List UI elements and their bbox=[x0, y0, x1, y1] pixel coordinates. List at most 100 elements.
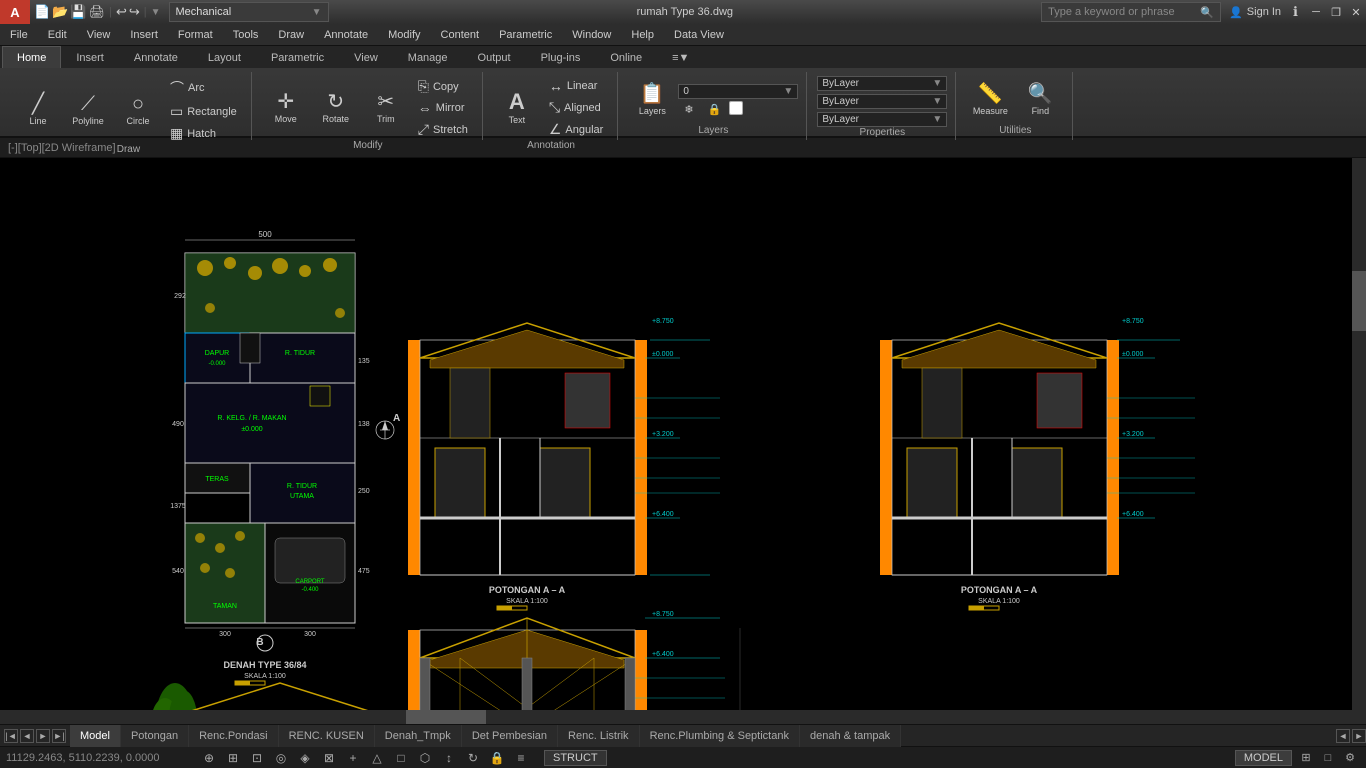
new-icon[interactable]: 📄 bbox=[34, 4, 50, 20]
modify-stretch-btn[interactable]: ⤢Stretch bbox=[412, 119, 474, 140]
draw-circle-btn[interactable]: ○ Circle bbox=[114, 86, 162, 134]
snap-icon[interactable]: ⊕ bbox=[198, 748, 220, 768]
canvas-area[interactable]: 500 292 DAPUR -0.000 R. TIDUR 135 bbox=[0, 158, 1366, 724]
draw-arc-btn[interactable]: ⌒Arc bbox=[164, 76, 243, 100]
tab-first-btn[interactable]: |◄ bbox=[4, 729, 18, 743]
menu-modify[interactable]: Modify bbox=[378, 24, 430, 46]
otrack-icon[interactable]: ⊠ bbox=[318, 748, 340, 768]
polar-icon[interactable]: ◎ bbox=[270, 748, 292, 768]
tab-manage[interactable]: Manage bbox=[393, 46, 463, 68]
dim-angular-btn[interactable]: ∠Angular bbox=[543, 119, 609, 140]
menu-annotate[interactable]: Annotate bbox=[314, 24, 378, 46]
modify-mirror-btn[interactable]: ⇔Mirror bbox=[412, 98, 474, 118]
tab-prev-btn[interactable]: ◄ bbox=[20, 729, 34, 743]
search-box[interactable]: Type a keyword or phrase 🔍 bbox=[1041, 2, 1221, 22]
sheet-tab-model[interactable]: Model bbox=[70, 725, 121, 747]
plot-icon[interactable]: 🖨 bbox=[89, 4, 106, 20]
close-button[interactable]: ✕ bbox=[1346, 0, 1366, 24]
tab-view[interactable]: View bbox=[339, 46, 393, 68]
annotate-icon[interactable]: ↕ bbox=[438, 748, 460, 768]
modify-rotate-btn[interactable]: ↻Rotate bbox=[312, 84, 360, 132]
restore-button[interactable]: ❐ bbox=[1326, 0, 1346, 24]
sheet-tab-kusen[interactable]: RENC. KUSEN bbox=[279, 725, 375, 747]
vertical-scrollbar[interactable] bbox=[1352, 158, 1366, 724]
minimize-button[interactable]: ─ bbox=[1306, 0, 1326, 24]
menu-window[interactable]: Window bbox=[562, 24, 621, 46]
isolate-icon[interactable]: ≡ bbox=[510, 748, 532, 768]
lock-icon[interactable]: 🔒 bbox=[486, 748, 508, 768]
layer-freeze-btn[interactable]: ❄ bbox=[678, 101, 699, 118]
measure-btn[interactable]: 📏Measure bbox=[966, 76, 1014, 124]
sheet-tab-plumbing[interactable]: Renc.Plumbing & Septictank bbox=[640, 725, 800, 747]
layer-lock-btn[interactable]: 🔒 bbox=[702, 101, 728, 118]
workspace-status-icon[interactable]: ↻ bbox=[462, 748, 484, 768]
sign-in-button[interactable]: 👤 Sign In bbox=[1221, 6, 1289, 19]
find-btn[interactable]: 🔍Find bbox=[1016, 76, 1064, 124]
model-space-button[interactable]: MODEL bbox=[1235, 750, 1292, 766]
sheet-tab-listrik[interactable]: Renc. Listrik bbox=[558, 725, 640, 747]
grid-icon[interactable]: ⊞ bbox=[222, 748, 244, 768]
info-icon[interactable]: ℹ bbox=[1289, 4, 1302, 20]
tab-insert[interactable]: Insert bbox=[61, 46, 119, 68]
tab-next-btn[interactable]: ► bbox=[36, 729, 50, 743]
struct-button[interactable]: STRUCT bbox=[544, 750, 607, 766]
layer-color-btn[interactable] bbox=[729, 101, 743, 115]
selection-icon[interactable]: ⬡ bbox=[414, 748, 436, 768]
tab-scroll-left[interactable]: ◄ bbox=[1336, 729, 1350, 743]
menu-format[interactable]: Format bbox=[168, 24, 223, 46]
undo-icon[interactable]: ↩ bbox=[116, 4, 127, 20]
menu-draw[interactable]: Draw bbox=[268, 24, 314, 46]
tab-online[interactable]: Online bbox=[595, 46, 657, 68]
tab-layout[interactable]: Layout bbox=[193, 46, 256, 68]
redo-icon[interactable]: ↪ bbox=[129, 4, 140, 20]
menu-help[interactable]: Help bbox=[621, 24, 664, 46]
menu-dataview[interactable]: Data View bbox=[664, 24, 734, 46]
draw-line-btn[interactable]: ╱ Line bbox=[14, 86, 62, 134]
open-icon[interactable]: 📂 bbox=[52, 4, 68, 20]
sheet-tab-pondasi[interactable]: Renc.Pondasi bbox=[189, 725, 279, 747]
viewport-grid-icon[interactable]: ⊞ bbox=[1296, 749, 1316, 767]
dynamic-input-icon[interactable]: + bbox=[342, 748, 364, 768]
app-icon[interactable]: A bbox=[0, 0, 30, 24]
h-scroll-thumb[interactable] bbox=[406, 710, 486, 724]
modify-copy-btn[interactable]: ⎘Copy bbox=[412, 76, 474, 97]
menu-tools[interactable]: Tools bbox=[223, 24, 269, 46]
draw-polyline-btn[interactable]: ⟋ Polyline bbox=[64, 86, 112, 134]
viewport-pan-icon[interactable]: □ bbox=[1318, 749, 1338, 767]
tab-scroll-right[interactable]: ► bbox=[1352, 729, 1366, 743]
ortho-icon[interactable]: ⊡ bbox=[246, 748, 268, 768]
menu-edit[interactable]: Edit bbox=[38, 24, 77, 46]
tab-output[interactable]: Output bbox=[463, 46, 526, 68]
tab-home[interactable]: Home bbox=[2, 46, 61, 68]
tab-more[interactable]: ≡▼ bbox=[657, 46, 704, 68]
horizontal-scrollbar[interactable] bbox=[0, 710, 1352, 724]
workspace-selector[interactable]: Mechanical ▼ bbox=[169, 2, 329, 22]
menu-insert[interactable]: Insert bbox=[120, 24, 168, 46]
draw-hatch-btn[interactable]: ▦Hatch bbox=[164, 123, 243, 144]
dim-aligned-btn[interactable]: ⤡Aligned bbox=[543, 97, 609, 118]
save-icon[interactable]: 💾 bbox=[70, 4, 86, 20]
tab-parametric[interactable]: Parametric bbox=[256, 46, 339, 68]
transparency-icon[interactable]: □ bbox=[390, 748, 412, 768]
sheet-tab-pembesian[interactable]: Det Pembesian bbox=[462, 725, 558, 747]
sheet-tab-denah-tampak[interactable]: denah & tampak bbox=[800, 725, 901, 747]
dim-linear-btn[interactable]: ↔Linear bbox=[543, 76, 609, 96]
lineweight-icon[interactable]: △ bbox=[366, 748, 388, 768]
menu-parametric[interactable]: Parametric bbox=[489, 24, 562, 46]
text-btn[interactable]: AText bbox=[493, 84, 541, 132]
tab-plugins[interactable]: Plug-ins bbox=[526, 46, 596, 68]
viewport-settings-icon[interactable]: ⚙ bbox=[1340, 749, 1360, 767]
sheet-tab-potongan[interactable]: Potongan bbox=[121, 725, 189, 747]
sheet-tab-tmpk[interactable]: Denah_Tmpk bbox=[375, 725, 462, 747]
modify-move-btn[interactable]: ✛Move bbox=[262, 84, 310, 132]
scroll-thumb[interactable] bbox=[1352, 271, 1366, 331]
tab-annotate[interactable]: Annotate bbox=[119, 46, 193, 68]
tab-last-btn[interactable]: ►| bbox=[52, 729, 66, 743]
layer-btn[interactable]: 📋Layers bbox=[628, 76, 676, 124]
menu-file[interactable]: File bbox=[0, 24, 38, 46]
osnap-icon[interactable]: ◈ bbox=[294, 748, 316, 768]
menu-content[interactable]: Content bbox=[431, 24, 490, 46]
draw-rect-btn[interactable]: ▭Rectangle bbox=[164, 101, 243, 122]
menu-view[interactable]: View bbox=[77, 24, 121, 46]
modify-trim-btn[interactable]: ✂Trim bbox=[362, 84, 410, 132]
